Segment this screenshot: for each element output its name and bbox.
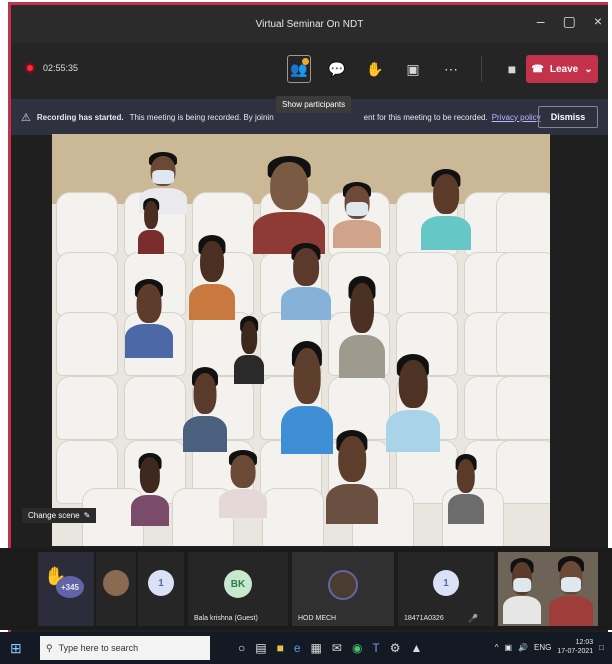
raise-hand-button[interactable]: ✋ [363, 55, 387, 83]
change-scene-label: Change scene [28, 511, 80, 520]
volume-icon[interactable]: 🔊 [518, 643, 528, 652]
participant-tile[interactable]: 1 [138, 552, 184, 626]
participant-video[interactable] [330, 178, 384, 248]
notice-title: Recording has started. [36, 112, 124, 122]
participant-name: HOD MECH [298, 615, 337, 622]
dismiss-button[interactable]: Dismiss [538, 106, 598, 128]
maximize-icon[interactable]: ▢ [563, 13, 576, 30]
leave-button[interactable]: ☎ Leave ⌄ [526, 55, 598, 83]
raised-hands-tile[interactable]: ✋ +345 [38, 552, 94, 626]
notification-badge [302, 58, 309, 65]
meeting-toolbar: 02:55:35 👥 💬 ✋ ▣ ⋯ ■ 🎤 ⇧ ☎ Leave ⌄ [11, 43, 608, 99]
privacy-policy-link[interactable]: Privacy policy [492, 113, 541, 122]
more-icon: ⋯ [444, 60, 458, 77]
together-mode-stage [52, 134, 550, 546]
participant-strip: ✋ +345 1 BK Bala krishna (Guest) HOD MEC… [0, 548, 612, 630]
participant-video[interactable] [128, 448, 172, 526]
change-scene-button[interactable]: Change scene ✎ [22, 508, 97, 523]
photos-icon[interactable]: ▲ [411, 641, 423, 655]
window-title: Virtual Seminar On NDT [255, 18, 364, 30]
timer-text: 02:55:35 [43, 63, 79, 73]
store-icon[interactable]: ▦ [311, 641, 322, 655]
rooms-button[interactable]: ▣ [401, 55, 425, 83]
warning-icon: ⚠ [21, 111, 31, 124]
close-icon[interactable]: × [594, 13, 602, 30]
clock-date: 17-07-2021 [557, 648, 594, 655]
phone-icon: ☎ [531, 63, 544, 75]
notice-text: This meeting is being recorded. By joini… [129, 112, 274, 122]
notification-icon[interactable]: □ [599, 643, 604, 652]
participant-video[interactable] [278, 238, 334, 320]
avatar: 1 [148, 570, 174, 596]
hand-icon: ✋ [366, 60, 384, 77]
participant-name: 18471A0326 [404, 615, 444, 622]
self-video-tile[interactable] [498, 552, 598, 626]
participant-video[interactable] [382, 348, 444, 452]
windows-taskbar: ⊞ ⚲ Type here to search ○ ▤ ■ e ▦ ✉ ◉ T … [0, 632, 612, 664]
participant-video[interactable] [322, 424, 382, 524]
windows-start-icon[interactable]: ⊞ [10, 640, 34, 657]
rooms-icon: ▣ [406, 60, 420, 77]
network-icon[interactable]: ▣ [504, 643, 512, 652]
participant-video[interactable] [336, 270, 388, 378]
participant-video[interactable] [232, 312, 266, 384]
recording-timer: 02:55:35 [25, 63, 78, 73]
avatar [328, 570, 358, 600]
participant-video[interactable] [216, 446, 270, 518]
participant-video[interactable] [136, 194, 166, 254]
participant-tile[interactable]: HOD MECH [292, 552, 394, 626]
teams-icon[interactable]: T [372, 641, 379, 655]
participants-tooltip: Show participants [276, 96, 352, 113]
participant-video [500, 554, 544, 624]
camera-button[interactable]: ■ [500, 55, 524, 83]
search-icon: ⚲ [46, 642, 53, 653]
raised-hands-count: +345 [56, 576, 84, 598]
avatar: BK [224, 570, 252, 598]
participant-tile[interactable]: 1 18471A0326 🎤 [398, 552, 494, 626]
chevron-down-icon[interactable]: ⌄ [584, 64, 592, 75]
chrome-icon[interactable]: ◉ [352, 641, 362, 655]
minimize-icon[interactable]: – [537, 13, 545, 30]
mail-icon[interactable]: ✉ [332, 641, 342, 655]
chat-button[interactable]: 💬 [325, 55, 349, 83]
participant-name: Bala krishna (Guest) [194, 615, 258, 622]
participant-video[interactable] [418, 164, 474, 250]
participant-video [546, 552, 596, 626]
chevron-up-icon[interactable]: ^ [495, 643, 499, 652]
participant-video[interactable] [122, 274, 176, 358]
title-bar: Virtual Seminar On NDT – ▢ × [11, 5, 608, 43]
participant-tile[interactable] [96, 552, 136, 626]
mic-icon: 🎤 [468, 614, 478, 623]
participants-button[interactable]: 👥 [287, 55, 311, 83]
chat-icon: 💬 [328, 60, 346, 77]
notice-text-end: ent for this meeting to be recorded. [363, 112, 488, 122]
recording-icon [25, 63, 35, 73]
file-explorer-icon[interactable]: ■ [277, 641, 284, 655]
participant-video[interactable] [186, 230, 238, 320]
toolbar-separator [481, 56, 482, 82]
settings-icon[interactable]: ⚙ [390, 641, 401, 655]
avatar: 1 [433, 570, 459, 596]
taskbar-search[interactable]: ⚲ Type here to search [40, 636, 210, 660]
participant-tile[interactable]: BK Bala krishna (Guest) [188, 552, 288, 626]
clock-time: 12:03 [575, 639, 594, 646]
task-view-icon[interactable]: ▤ [255, 641, 266, 655]
search-placeholder: Type here to search [58, 643, 139, 653]
participant-video[interactable] [446, 450, 486, 524]
leave-label: Leave [549, 63, 579, 75]
clock[interactable]: 12:03 17-07-2021 [557, 638, 593, 656]
cortana-icon[interactable]: ○ [238, 641, 245, 655]
participant-video[interactable] [180, 362, 230, 452]
language-indicator[interactable]: ENG [534, 643, 551, 652]
system-tray: ^ ▣ 🔊 ENG 12:03 17-07-2021 □ [495, 638, 604, 656]
more-actions-button[interactable]: ⋯ [439, 55, 463, 83]
pencil-icon: ✎ [83, 511, 91, 520]
edge-icon[interactable]: e [294, 641, 301, 655]
camera-icon: ■ [507, 61, 517, 77]
avatar [103, 570, 129, 596]
